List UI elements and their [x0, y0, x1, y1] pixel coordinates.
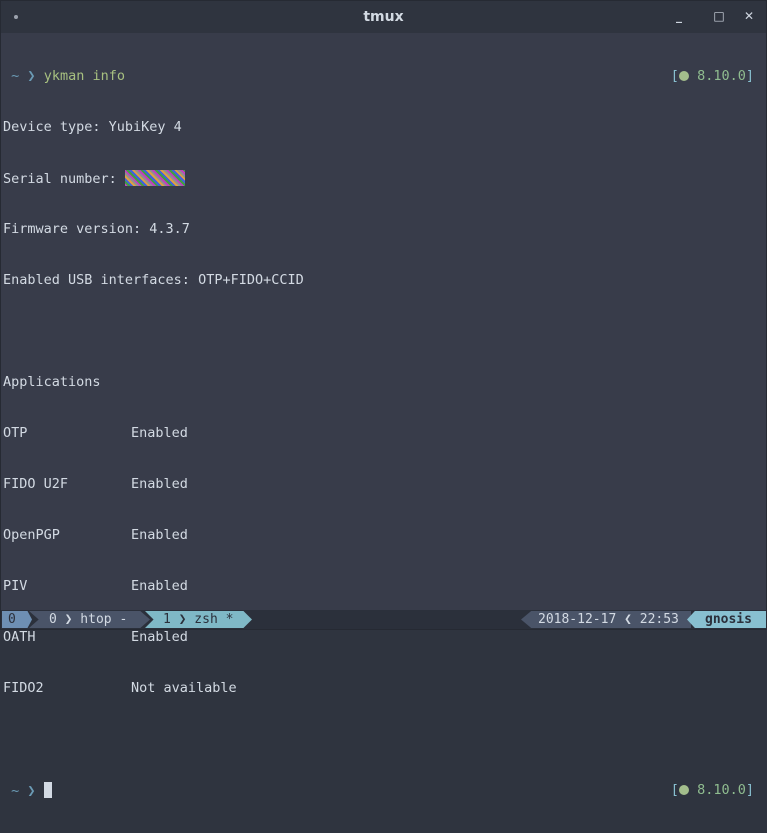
prompt-arrow: ❯	[27, 68, 36, 84]
cursor	[43, 782, 52, 798]
command-text: ykman info	[43, 68, 125, 84]
window-tab-zsh[interactable]: 1 ❯ zsh *	[145, 611, 252, 628]
app-row: FIDO U2F Enabled	[3, 476, 188, 492]
title-bar: tmux _ □ ✕	[1, 1, 766, 33]
prompt-line: ~ ❯ ykman info [ 8.10.0]	[3, 68, 766, 85]
app-row: PIV Enabled	[3, 578, 188, 594]
session-index[interactable]: 0	[2, 611, 32, 628]
window-tab-htop[interactable]: 0 ❯ htop -	[29, 611, 150, 628]
node-icon	[678, 71, 689, 81]
datetime: 2018-12-17 ❮ 22:53	[521, 611, 691, 628]
output-line: Firmware version: 4.3.7	[3, 221, 190, 237]
app-row: OpenPGP Enabled	[3, 527, 188, 543]
tmux-status-bar: 0 0 ❯ htop - 1 ❯ zsh * 2018-12-17 ❮ 22:5…	[1, 610, 766, 629]
terminal-content[interactable]: ~ ❯ ykman info [ 8.10.0] Device type: Yub…	[3, 34, 766, 799]
applications-header: Applications	[3, 374, 101, 390]
prompt-line: ~ ❯ [ 8.10.0]	[11, 782, 754, 799]
prompt-dir: ~	[11, 68, 20, 84]
maximize-button[interactable]: □	[711, 9, 727, 23]
hostname: gnosis	[687, 611, 766, 628]
app-row: OATH Enabled	[3, 629, 188, 645]
output-line: Device type: YubiKey 4	[3, 119, 182, 135]
output-line: Serial number:	[3, 170, 766, 187]
app-row: FIDO2 Not available	[3, 680, 237, 696]
terminal-window: tmux _ □ ✕ ~ ❯ ykman info [ 8.10.0] Devic…	[0, 0, 767, 799]
app-row: OTP Enabled	[3, 425, 188, 441]
node-version: [ 8.10.0]	[670, 782, 754, 798]
node-version: [ 8.10.0]	[670, 68, 754, 84]
window-title: tmux	[363, 9, 404, 25]
close-button[interactable]: ✕	[741, 9, 757, 23]
minimize-button[interactable]: _	[671, 9, 687, 23]
output-line: Enabled USB interfaces: OTP+FIDO+CCID	[3, 272, 304, 288]
window-menu-icon[interactable]	[14, 15, 18, 19]
redacted-serial	[124, 170, 185, 186]
node-icon	[678, 785, 689, 795]
